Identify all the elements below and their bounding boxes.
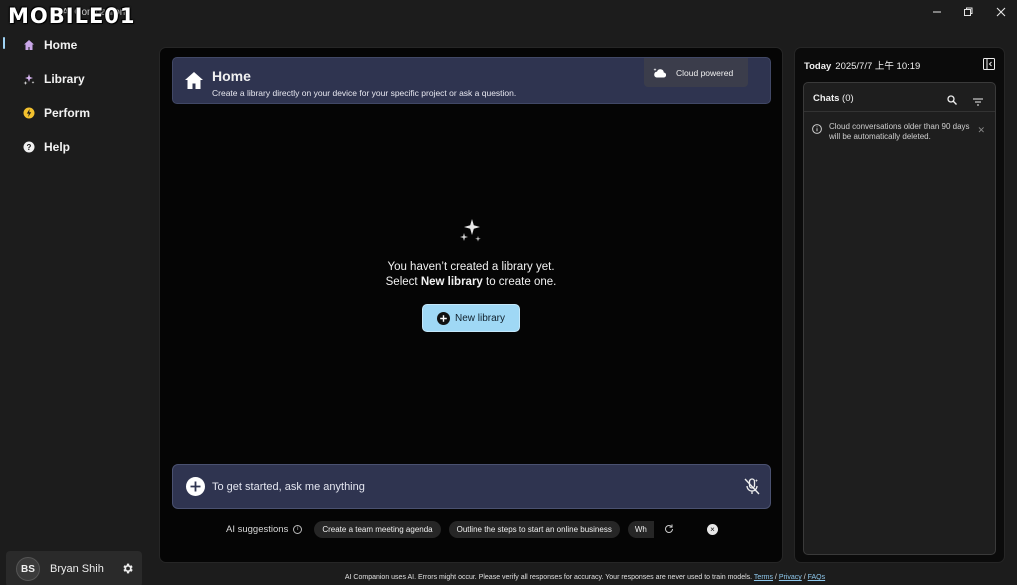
search-icon[interactable] [947,92,957,110]
instruction-bold: New library [420,276,483,288]
divider [804,111,995,112]
page-title: Home [212,68,251,84]
suggestion-chip[interactable]: Wh [627,520,654,538]
home-banner: Home Create a library directly on your d… [172,57,771,104]
new-library-label: New library [454,312,505,324]
help-icon: ? [22,140,36,154]
panel-toggle-icon[interactable] [983,57,995,75]
nav-item-help[interactable]: ? Help [0,130,150,164]
watermark-logo: MOBILE01 [8,4,136,28]
sidebar-nav: Home Library Perform ? Help [0,28,150,164]
nav-label: Home [44,38,78,52]
cloud-powered-label: Cloud powered [676,67,734,78]
library-icon [22,72,36,86]
terms-link[interactable]: Terms [754,574,773,581]
empty-instruction: Select New library to create one. [160,276,782,288]
mic-off-icon[interactable] [744,478,760,500]
instruction-text: Select [385,276,421,288]
close-icon[interactable] [988,3,1014,21]
empty-state: You haven’t created a library yet. Selec… [160,218,782,332]
privacy-link[interactable]: Privacy [779,574,802,581]
footer-disclaimer: AI Companion uses AI. Errors might occur… [0,574,1017,581]
retention-notice: Cloud conversations older than 90 days w… [812,122,982,142]
info-icon [812,124,822,142]
nav-item-library[interactable]: Library [0,62,150,96]
close-notice-icon[interactable]: ✕ [977,125,985,136]
svg-text:?: ? [27,143,32,152]
minimize-icon[interactable] [924,3,950,21]
nav-label: Perform [44,106,91,120]
add-circle-icon [436,311,450,325]
suggestion-chip[interactable]: Outline the steps to start an online bus… [448,520,620,538]
refresh-icon[interactable] [664,524,674,534]
empty-message: You haven’t created a library yet. [387,261,555,273]
right-panel: Today 2025/7/7 上午 10:19 Chats (0) Cloud c… [794,47,1005,563]
suggestion-chip[interactable]: Create a team meeting agenda [314,520,441,538]
chat-input-placeholder[interactable]: To get started, ask me anything [212,481,365,493]
chats-label: Chats [813,93,840,104]
datetime: 2025/7/7 上午 10:19 [835,61,921,72]
restore-icon[interactable] [955,3,981,21]
suggestions-label: AI suggestions [226,523,289,535]
chats-count: (0) [842,93,854,104]
today-header: Today 2025/7/7 上午 10:19 [804,58,920,72]
ai-suggestions: AI suggestions i Create a team meeting a… [226,520,726,538]
chat-input-bar[interactable]: To get started, ask me anything [172,464,771,509]
chats-header: Chats (0) [813,93,854,104]
nav-label: Help [44,140,71,154]
cloud-powered-badge: Cloud powered [644,58,748,87]
sparkle-icon [458,218,484,249]
add-attachment-icon[interactable] [186,477,205,496]
nav-item-perform[interactable]: Perform [0,96,150,130]
dismiss-suggestions-icon[interactable]: × [707,524,718,535]
faqs-link[interactable]: FAQs [808,574,826,581]
home-icon [185,72,203,94]
cloud-icon [653,67,666,78]
filter-icon[interactable] [973,93,983,111]
chats-list: Chats (0) Cloud conversations older than… [803,82,996,555]
new-library-button[interactable]: New library [422,304,520,332]
page-subtitle: Create a library directly on your device… [212,88,517,98]
today-label: Today [804,61,832,72]
disclaimer-text: AI Companion uses AI. Errors might occur… [344,574,754,581]
main-panel: Home Create a library directly on your d… [159,47,783,563]
nav-item-home[interactable]: Home [0,28,150,62]
title-bar: MOBILE01 AI Companion [0,0,1017,28]
perform-icon [22,106,36,120]
nav-label: Library [44,72,85,86]
info-icon[interactable]: i [293,524,303,534]
instruction-text: to create one. [482,276,557,288]
notice-text: Cloud conversations older than 90 days w… [829,122,970,141]
home-icon [22,38,36,52]
